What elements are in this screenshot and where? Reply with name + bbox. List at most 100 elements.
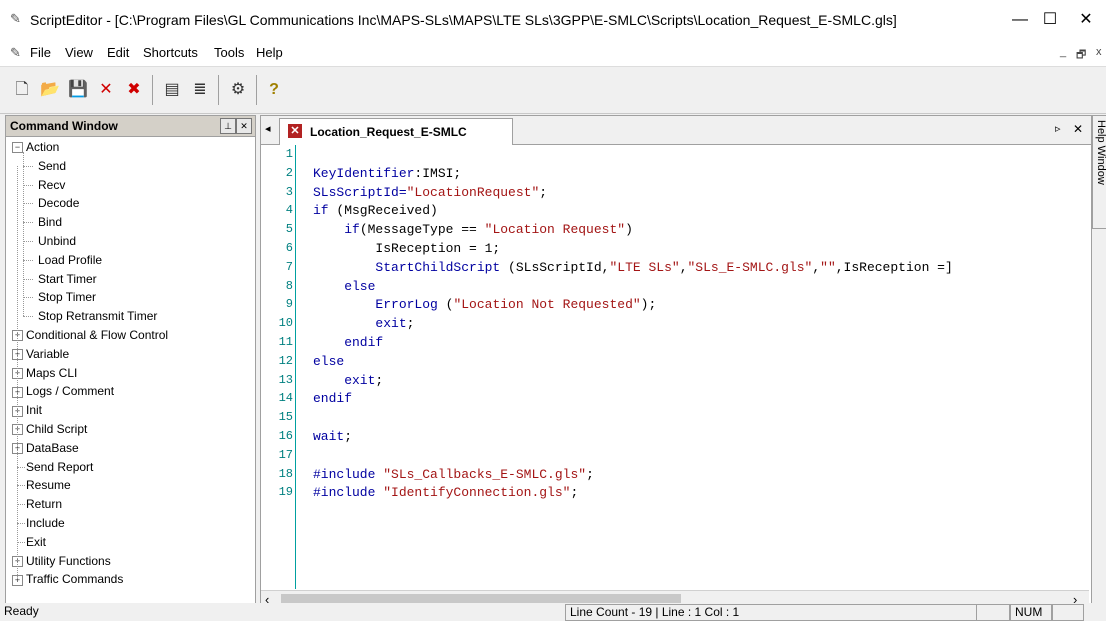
tree-item-label: Traffic Commands — [26, 572, 124, 587]
toolbar: 🗋 📂 💾 ✕ ✖ ▤ ≣ ⚙ ? — [0, 67, 1106, 114]
menu-edit[interactable]: Edit — [107, 45, 129, 60]
close-button[interactable]: ✕ — [1066, 8, 1106, 32]
tree-item-label: Maps CLI — [26, 365, 78, 380]
tree-item[interactable]: + DataBase — [12, 439, 79, 457]
code-token: endif — [313, 335, 384, 350]
tab-close-icon[interactable]: ✕ — [1073, 122, 1083, 136]
tree-item[interactable]: + Traffic Commands — [12, 570, 123, 588]
help-window-label: Help Window — [1095, 120, 1106, 185]
mdi-close-button[interactable]: x — [1096, 46, 1102, 58]
tab-scroll-left-icon[interactable]: ◂ — [265, 122, 271, 135]
tree-item[interactable]: + Variable — [12, 345, 69, 363]
tree-item[interactable]: Stop Timer — [38, 288, 96, 306]
tree-connector — [23, 203, 33, 205]
tree-item[interactable]: Start Timer — [38, 270, 97, 288]
app-icon: ✎ — [10, 11, 21, 26]
code-token: KeyIdentifier — [313, 165, 415, 181]
code-line: exit; — [313, 316, 414, 331]
code-token: , — [679, 259, 688, 275]
tree-item-label: Action — [26, 140, 60, 154]
tree-item-label: Conditional & Flow Control — [26, 328, 169, 342]
tree-item[interactable]: + Utility Functions — [12, 552, 111, 570]
save-icon[interactable]: 💾 — [66, 79, 90, 101]
menu-bar: ✎ File View Edit Shortcuts Tools Help _ … — [0, 40, 1106, 67]
menu-shortcuts[interactable]: Shortcuts — [143, 45, 198, 60]
toolbar-separator — [256, 75, 257, 105]
code-editor[interactable]: 1 2 3 4 5 6 7 8 9 10 11 12 13 14 15 16 17 18 19 KeyIdentif… — [261, 145, 1091, 589]
tree-item-label: Variable — [26, 346, 70, 361]
tree-item[interactable]: Return — [26, 495, 62, 513]
tree-item[interactable]: + Logs / Comment — [12, 382, 114, 400]
delete-all-icon[interactable]: ✖ — [122, 79, 146, 101]
tree-item[interactable]: Unbind — [38, 232, 76, 250]
tab-scroll-right-icon[interactable]: ▹ — [1055, 122, 1061, 135]
code-token: #include — [313, 466, 384, 482]
tree-item[interactable]: Stop Retransmit Timer — [38, 307, 157, 325]
mdi-minimize-button[interactable]: _ — [1060, 46, 1066, 58]
tree-item[interactable]: Recv — [38, 176, 65, 194]
code-token: ; — [344, 429, 353, 444]
status-blank — [976, 604, 1010, 621]
tree-item[interactable]: Decode — [38, 194, 79, 212]
help-icon[interactable]: ? — [262, 79, 286, 101]
line-number: 2 — [285, 165, 293, 180]
tree-item[interactable]: + Conditional & Flow Control — [12, 326, 168, 344]
menu-tools[interactable]: Tools — [214, 45, 244, 60]
line-number: 9 — [285, 297, 293, 312]
line-number: 17 — [278, 447, 293, 462]
maximize-button[interactable]: ☐ — [1030, 8, 1070, 32]
line-number: 19 — [278, 485, 293, 500]
help-window-tab[interactable]: Help Window — [1092, 115, 1106, 229]
status-position: Line Count - 19 | Line : 1 Col : 1 — [565, 604, 977, 621]
menu-view[interactable]: View — [65, 45, 93, 60]
tree-item[interactable]: − Action — [12, 138, 59, 156]
close-panel-icon[interactable]: ✕ — [236, 118, 252, 134]
tree-item-label: Utility Functions — [26, 553, 111, 568]
tree-item[interactable]: Exit — [26, 533, 46, 551]
tree-connector — [23, 222, 33, 224]
tree-item[interactable]: Include — [26, 514, 65, 532]
gutter-divider — [295, 145, 296, 589]
line-number: 16 — [278, 429, 293, 443]
tree-item-label: Load Profile — [38, 252, 103, 267]
tree-item-label: Bind — [38, 215, 63, 230]
tree-item[interactable]: Send Report — [26, 458, 93, 476]
tree-item[interactable]: + Maps CLI — [12, 364, 77, 382]
line-number: 10 — [278, 316, 293, 331]
tree-item-label: Logs / Comment — [26, 384, 115, 399]
menu-file[interactable]: File — [30, 45, 51, 60]
tree-item-label: DataBase — [26, 440, 79, 455]
tree-connector — [17, 485, 25, 487]
delete-icon[interactable]: ✕ — [94, 79, 118, 101]
line-number: 6 — [285, 241, 293, 255]
collapse-icon[interactable]: − — [12, 142, 23, 154]
tree-item[interactable]: Send — [38, 157, 66, 175]
tree-item[interactable]: Load Profile — [38, 251, 102, 269]
run-icon[interactable]: ⚙ — [226, 79, 250, 101]
code-token: IsReception = 1; — [313, 241, 501, 256]
pin-icon[interactable]: ⊥ — [220, 118, 236, 134]
code-token: ); — [640, 297, 657, 313]
tree-connector — [23, 259, 33, 261]
tree-item[interactable]: Bind — [38, 213, 62, 231]
editor-pane: ◂ ✕ Location_Request_E-SMLC ▹ ✕ 12345678… — [260, 115, 1092, 611]
tree-connector — [17, 523, 25, 524]
tree-connector — [23, 316, 33, 318]
align-icon[interactable]: ≣ — [188, 79, 212, 101]
menu-help[interactable]: Help — [256, 45, 283, 60]
tree-connector — [23, 184, 33, 186]
new-file-icon[interactable]: 🗋 — [10, 79, 34, 101]
code-line: #include "IdentifyConnection.gls"; — [313, 485, 578, 500]
tree-connector — [23, 297, 33, 299]
code-token: ErrorLog — [313, 297, 446, 313]
open-folder-icon[interactable]: 📂 — [38, 79, 62, 101]
tree-item[interactable]: + Child Script — [12, 420, 87, 438]
toolbar-separator — [152, 75, 153, 105]
line-number: 3 — [285, 184, 293, 199]
tree-item[interactable]: Resume — [26, 476, 71, 494]
code-token: "LocationRequest" — [406, 184, 540, 200]
properties-icon[interactable]: ▤ — [160, 79, 184, 101]
code-line: StartChildScript (SLsScriptId,"LTE SLs",… — [313, 259, 952, 275]
mdi-restore-button[interactable]: 🗗 — [1076, 46, 1086, 65]
tab-location-request[interactable]: ✕ Location_Request_E-SMLC — [279, 118, 513, 145]
